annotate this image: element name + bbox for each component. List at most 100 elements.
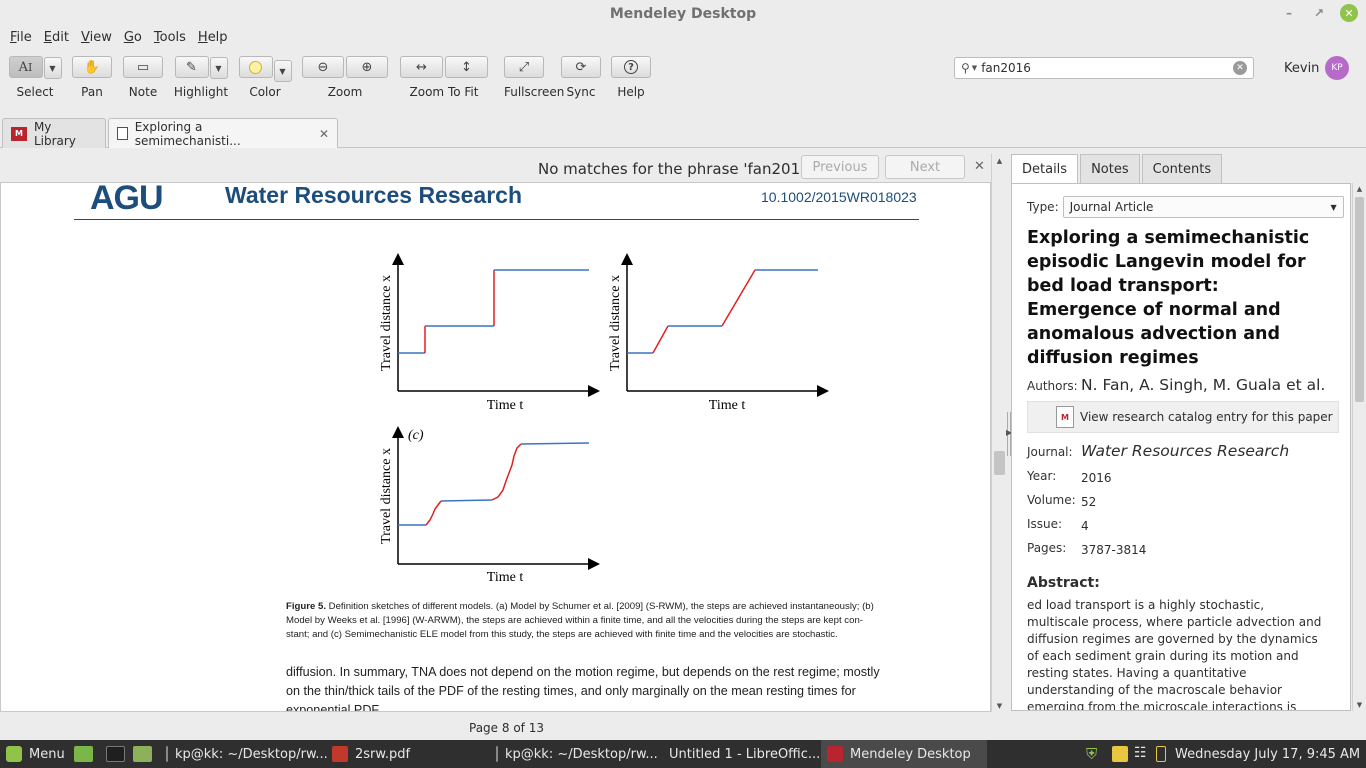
files-launcher-icon[interactable] — [133, 746, 152, 762]
search-dropdown-icon[interactable]: ▼ — [972, 64, 977, 72]
color-dropdown-icon[interactable]: ▼ — [273, 60, 292, 82]
wifi-icon[interactable]: ☷ — [1134, 745, 1147, 761]
fullscreen-tool[interactable]: ⤢ Fullscreen — [504, 56, 564, 99]
tab-notes[interactable]: Notes — [1080, 154, 1140, 183]
journal-label: Journal: — [1027, 445, 1073, 459]
sync-tool[interactable]: ⟳ Sync — [561, 56, 601, 99]
color-tool[interactable]: ▼ Color — [238, 56, 292, 99]
help-tool[interactable]: ? Help — [611, 56, 651, 99]
taskbar-item-terminal-1[interactable]: kp@kk: ~/Desktop/rw... — [160, 740, 328, 768]
tab-details[interactable]: Details — [1011, 154, 1079, 183]
menu-go[interactable]: Go — [118, 28, 148, 48]
zoom-label: Zoom — [327, 85, 363, 99]
taskbar-item-terminal-2[interactable]: kp@kk: ~/Desktop/rw... — [490, 740, 658, 768]
taskbar: Menu kp@kk: ~/Desktop/rw... 2srw.pdf kp@… — [0, 740, 1366, 768]
pdf-scrollbar[interactable]: ▲ ▼ — [991, 154, 1007, 712]
tab-my-library-label: My Library — [33, 119, 76, 148]
figure-caption: Figure 5. Definition sketches of differe… — [286, 600, 926, 642]
desktop-icon[interactable] — [74, 746, 93, 762]
search-input[interactable]: fan2016 — [981, 61, 1233, 75]
zoom-out-icon[interactable]: ⊖ — [302, 56, 344, 78]
menu-edit[interactable]: Edit — [38, 28, 75, 48]
select-text-icon[interactable]: AI — [8, 56, 43, 78]
tab-document[interactable]: Exploring a semimechanisti... ✕ — [108, 118, 338, 148]
authors-label: Authors: — [1027, 379, 1078, 393]
highlight-label: Highlight — [173, 85, 229, 99]
type-select[interactable]: Journal Article ▼ — [1062, 196, 1344, 218]
previous-button[interactable]: Previous — [801, 155, 879, 179]
search-icon[interactable]: ⚲ — [961, 61, 970, 75]
panel-b-ylabel: Travel distance x — [608, 275, 623, 371]
clear-search-icon[interactable]: ✕ — [1233, 61, 1247, 75]
start-menu-button[interactable]: Menu — [6, 740, 65, 768]
pan-label: Pan — [81, 85, 103, 99]
terminal-launcher-icon[interactable] — [106, 746, 125, 762]
select-tool[interactable]: AI ▼ Select — [8, 56, 62, 99]
start-menu-label: Menu — [29, 746, 65, 762]
abstract-text[interactable]: ed load transport is a highly stochastic… — [1027, 597, 1327, 710]
pages-label: Pages: — [1027, 541, 1067, 555]
issue-value[interactable]: 4 — [1081, 519, 1089, 533]
menu-view[interactable]: View — [75, 28, 118, 48]
journal-value[interactable]: Water Resources Research — [1081, 442, 1289, 460]
fit-width-icon[interactable]: ↔ — [400, 56, 443, 78]
details-scroll-thumb[interactable] — [1355, 197, 1364, 402]
sync-icon[interactable]: ⟳ — [561, 56, 601, 78]
zoom-in-icon[interactable]: ⊕ — [346, 56, 388, 78]
notes-icon[interactable] — [1112, 746, 1128, 762]
scroll-up-icon[interactable]: ▲ — [992, 157, 1007, 165]
volume-value[interactable]: 52 — [1081, 495, 1096, 509]
shield-icon[interactable]: ⛨ — [1086, 745, 1097, 763]
authors-value[interactable]: N. Fan, A. Singh, M. Guala et al. — [1081, 376, 1325, 394]
pdf-scroll-thumb[interactable] — [994, 451, 1005, 475]
scroll-down-icon[interactable]: ▼ — [992, 702, 1007, 710]
pdf-viewer[interactable]: AGU Water Resources Research 10.1002/201… — [0, 182, 991, 712]
color-swatch-icon[interactable] — [238, 56, 273, 78]
tab-my-library[interactable]: M My Library — [2, 118, 106, 148]
close-window-icon[interactable]: ✕ — [1340, 4, 1358, 22]
details-scrollbar[interactable]: ▲ ▼ — [1352, 183, 1366, 711]
close-tab-icon[interactable]: ✕ — [319, 127, 329, 141]
help-icon[interactable]: ? — [611, 56, 651, 78]
next-button[interactable]: Next — [885, 155, 965, 179]
clock[interactable]: Wednesday July 17, 9:45 AM — [1175, 740, 1360, 768]
panel-b-xlabel: Time t — [709, 398, 746, 413]
note-icon[interactable]: ▭ — [123, 56, 163, 78]
hand-icon[interactable]: ✋ — [72, 56, 112, 78]
figure-5: Travel distance x Time t Travel distance… — [379, 253, 829, 585]
menu-help[interactable]: Help — [192, 28, 234, 48]
menu-tools[interactable]: Tools — [148, 28, 192, 48]
note-tool[interactable]: ▭ Note — [123, 56, 163, 99]
highlight-tool[interactable]: ✎ ▼ Highlight — [174, 56, 228, 99]
avatar[interactable]: KP — [1325, 56, 1349, 80]
document-tabs: M My Library Exploring a semimechanisti.… — [0, 108, 1366, 148]
close-find-icon[interactable]: ✕ — [974, 159, 985, 174]
document-title[interactable]: Exploring a semimechanistic episodic Lan… — [1027, 226, 1327, 370]
details-scroll-down-icon[interactable]: ▼ — [1353, 701, 1366, 709]
select-dropdown-icon[interactable]: ▼ — [43, 57, 62, 79]
pages-value[interactable]: 3787-3814 — [1081, 543, 1146, 557]
tab-contents[interactable]: Contents — [1141, 154, 1223, 183]
taskbar-item-pdf[interactable]: 2srw.pdf — [326, 740, 488, 768]
body-line-1: diffusion. In summary, TNA does not depe… — [286, 665, 880, 679]
minimize-icon[interactable]: – — [1280, 4, 1298, 22]
maximize-icon[interactable]: ↗ — [1310, 4, 1328, 22]
user-name[interactable]: Kevin — [1284, 61, 1319, 76]
taskbar-item-libreoffice[interactable]: Untitled 1 - LibreOffic... — [656, 740, 820, 768]
highlight-dropdown-icon[interactable]: ▼ — [209, 57, 228, 79]
taskbar-item-mendeley[interactable]: Mendeley Desktop — [821, 740, 987, 768]
catalog-button[interactable]: M View research catalog entry for this p… — [1027, 401, 1339, 433]
pan-tool[interactable]: ✋ Pan — [72, 56, 112, 99]
fit-height-icon[interactable]: ↕ — [445, 56, 488, 78]
mendeley-icon — [827, 746, 843, 762]
details-scroll-up-icon[interactable]: ▲ — [1353, 185, 1366, 193]
catalog-link: View research catalog entry for this pap… — [1080, 410, 1333, 424]
battery-icon[interactable] — [1156, 746, 1166, 762]
menu-file[interactable]: File — [4, 28, 38, 48]
highlighter-icon[interactable]: ✎ — [174, 56, 209, 78]
select-label: Select — [16, 85, 54, 99]
year-value[interactable]: 2016 — [1081, 471, 1112, 485]
pdf-viewer-icon — [332, 746, 348, 762]
search-field[interactable]: ⚲ ▼ fan2016 ✕ — [954, 57, 1254, 79]
fullscreen-icon[interactable]: ⤢ — [504, 56, 544, 78]
